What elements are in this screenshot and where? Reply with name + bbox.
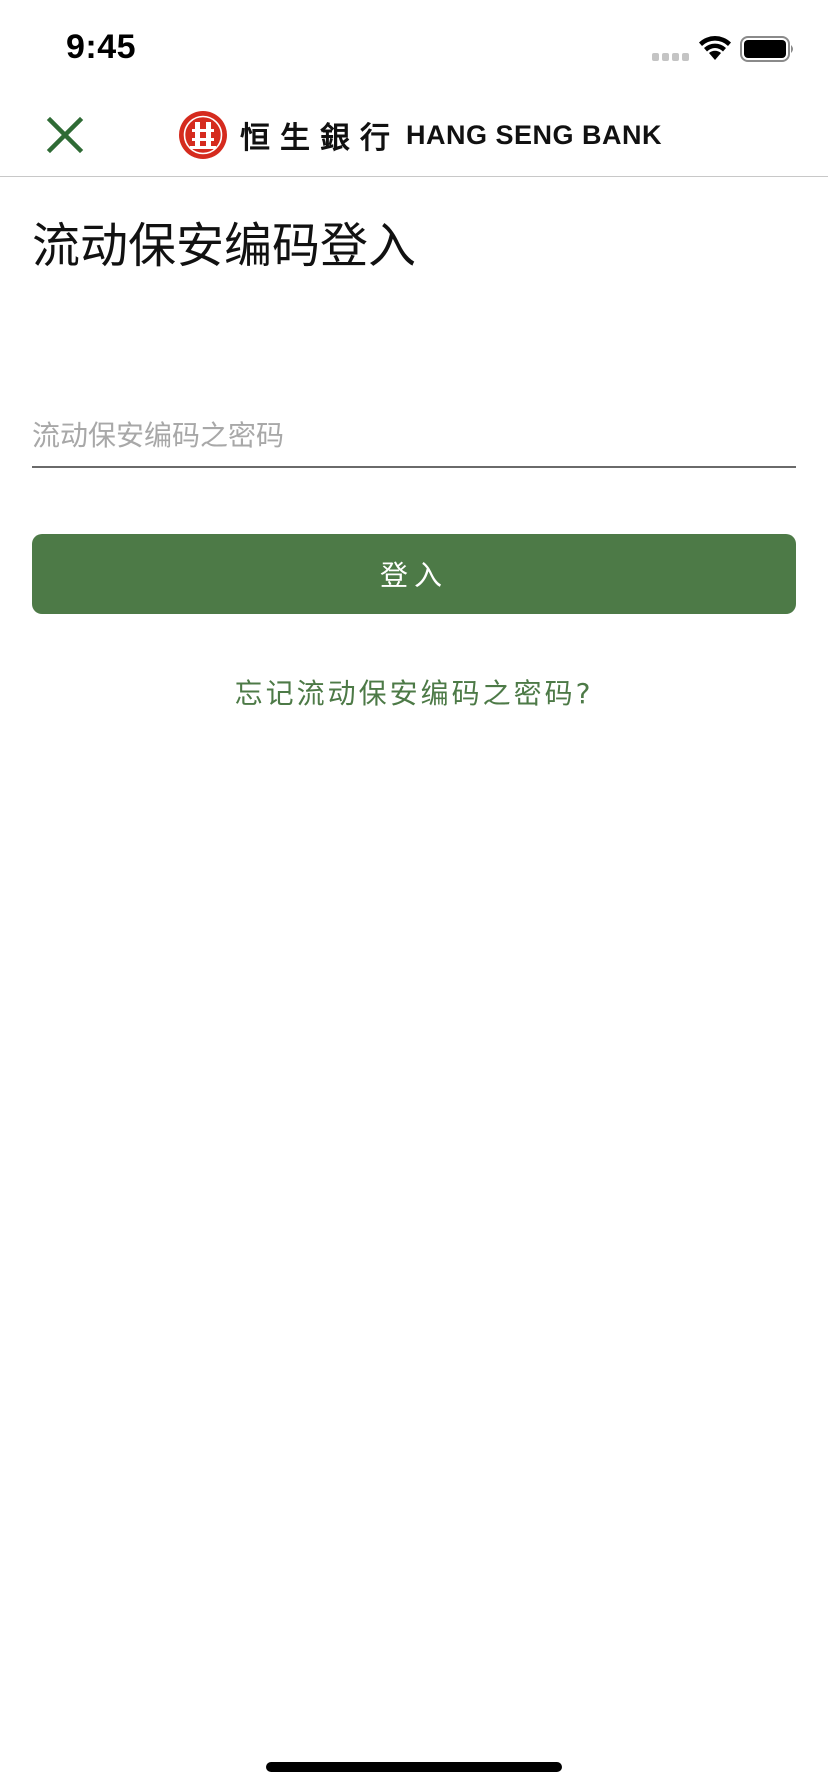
close-button[interactable] <box>40 110 90 160</box>
forgot-password-link[interactable]: 忘记流动保安编码之密码? <box>0 672 828 712</box>
password-field[interactable] <box>32 404 796 468</box>
battery-icon <box>740 36 793 62</box>
close-icon <box>46 116 84 154</box>
home-indicator[interactable] <box>266 1762 562 1772</box>
hang-seng-emblem-icon <box>179 111 227 159</box>
status-bar: 9:45 <box>0 0 828 96</box>
page-title: 流动保安编码登入 <box>32 218 417 274</box>
bank-name-chinese: 恒生銀行 <box>240 121 400 156</box>
screen: 9:45 恒生銀行 HANG SENG BANK 流动保安编码登入 登入 忘记流… <box>0 0 828 1792</box>
nav-bar: 恒生銀行 HANG SENG BANK <box>0 96 828 177</box>
cellular-signal-icon <box>652 53 689 61</box>
status-time: 9:45 <box>66 28 137 66</box>
bank-name-english: HANG SENG BANK <box>406 119 663 150</box>
bank-logo: 恒生銀行 HANG SENG BANK <box>178 108 662 162</box>
wifi-icon <box>699 36 731 60</box>
login-button[interactable]: 登入 <box>32 534 796 614</box>
